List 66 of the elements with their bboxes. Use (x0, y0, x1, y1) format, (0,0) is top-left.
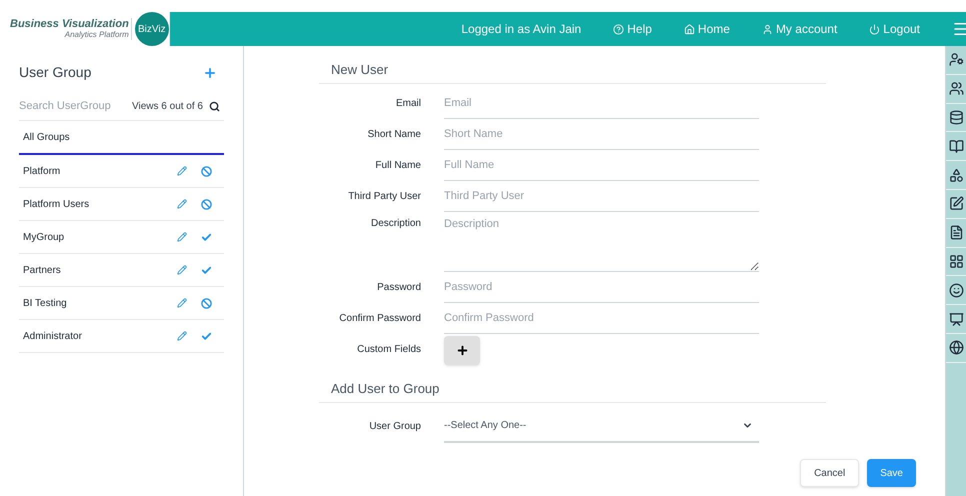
field-label: Custom Fields (356, 343, 421, 357)
account-icon (762, 24, 773, 34)
section-title: Add User to Group (331, 381, 440, 396)
users-icon[interactable] (949, 81, 964, 96)
field-label: User Group (368, 420, 421, 434)
blocked-icon[interactable] (201, 198, 212, 210)
check-icon[interactable] (201, 330, 212, 342)
logged-in-text: Logged in as Avin Jain (461, 21, 582, 38)
document-icon[interactable] (949, 225, 964, 240)
group-row[interactable]: BI Testing (19, 287, 224, 320)
text-field[interactable]: Confirm Password (444, 303, 759, 334)
globe-icon[interactable] (949, 340, 964, 356)
home-icon (684, 24, 695, 34)
plus-icon (456, 344, 468, 357)
blocked-icon[interactable] (201, 166, 212, 176)
group-name: Administrator (23, 330, 83, 344)
group-name: Platform (23, 164, 62, 178)
text-field[interactable]: Short Name (444, 119, 759, 150)
group-name: Partners (23, 264, 62, 278)
filter-tab[interactable]: All Groups (19, 121, 224, 155)
group-row[interactable]: MyGroup (19, 221, 224, 254)
group-name: Platform Users (23, 198, 90, 212)
group-row[interactable]: Platform (19, 155, 224, 188)
logout-icon (869, 24, 880, 34)
presentation-icon[interactable] (949, 312, 964, 327)
field-label: Short Name (366, 128, 421, 142)
shapes-icon[interactable] (949, 168, 964, 183)
text-field[interactable]: Email (444, 88, 759, 119)
logo-badge: BizViz (134, 12, 169, 46)
count-text: Views 6 out of 6 (132, 100, 203, 114)
sidebar-title: User Group (19, 63, 92, 82)
text-field[interactable]: Full Name (444, 150, 759, 181)
check-icon[interactable] (201, 232, 212, 242)
group-select[interactable]: --Select Any One-- (444, 409, 759, 443)
edit-icon[interactable] (949, 196, 964, 212)
user-gear-icon[interactable] (949, 52, 964, 68)
smiley-icon[interactable] (949, 282, 964, 298)
field-label: Password (376, 281, 421, 295)
database-icon[interactable] (949, 110, 964, 125)
field-label: Description (370, 217, 421, 231)
logo-subtitle: Analytics Platform (64, 30, 129, 40)
field-label: Email (394, 97, 421, 111)
group-row[interactable]: Administrator (19, 320, 224, 353)
section-title: New User (331, 62, 388, 77)
field-label: Confirm Password (338, 312, 421, 326)
grid-icon[interactable] (949, 254, 964, 269)
logo-title: Business Visualization (10, 18, 129, 30)
menu-icon[interactable] (952, 20, 966, 38)
add-field-button[interactable] (444, 336, 480, 365)
add-icon[interactable] (203, 66, 217, 80)
text-field[interactable]: Third Party User (444, 181, 759, 212)
field-label: Full Name (374, 159, 421, 173)
search-field[interactable]: Search UserGroup (19, 98, 132, 115)
text-field[interactable]: Password (444, 272, 759, 303)
group-name: MyGroup (23, 230, 66, 244)
field-label: Third Party User (347, 190, 421, 204)
group-row[interactable]: Partners (19, 254, 224, 287)
group-row[interactable]: Platform Users (19, 188, 224, 221)
description-field[interactable]: Description (444, 216, 759, 272)
help-icon (613, 24, 624, 34)
book-icon[interactable] (949, 138, 964, 154)
search-icon[interactable] (209, 101, 220, 112)
cancel-button[interactable]: Cancel (800, 459, 860, 487)
group-name: BI Testing (23, 296, 68, 310)
blocked-icon[interactable] (201, 298, 212, 308)
check-icon[interactable] (201, 264, 212, 276)
